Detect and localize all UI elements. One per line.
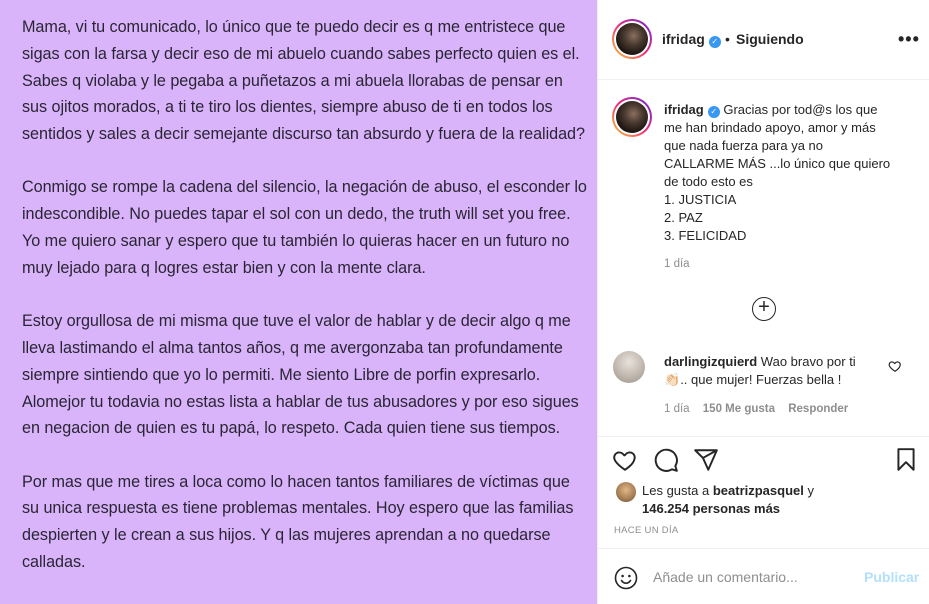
comment-likes-count[interactable]: 150 Me gusta [703, 403, 775, 415]
clapping-hands-emoji-icon: 👏🏻 [664, 372, 681, 387]
following-button[interactable]: Siguiendo [736, 31, 804, 47]
comment-input[interactable] [653, 566, 848, 588]
caption-line-6: 1. JUSTICIA [664, 192, 737, 207]
author-avatar[interactable] [612, 19, 652, 59]
load-more-comments-button[interactable]: + [752, 297, 776, 321]
likes-prefix: Les gusta a [642, 483, 710, 498]
like-heart-icon[interactable] [612, 447, 638, 473]
likes-others-count[interactable]: 146.254 personas más [642, 501, 780, 516]
post-paragraph-1: Mama, vi tu comunicado, lo único que te … [22, 18, 585, 144]
caption-timestamp[interactable]: 1 día [664, 258, 690, 270]
post-image[interactable]: Mama, vi tu comunicado, lo único que te … [0, 0, 598, 604]
header-separator: • [725, 31, 730, 47]
comment-text: darlingizquierd Wao bravo por ti 👏🏻.. qu… [664, 353, 879, 389]
caption-line-7: 2. PAZ [664, 210, 703, 225]
caption-line-8: 3. FELICIDAD [664, 228, 747, 243]
liker-avatar[interactable] [616, 482, 636, 502]
post-side-panel: ifridag ✓ • Siguiendo ••• ifridag ✓ Gracia… [598, 0, 929, 604]
comment-timestamp[interactable]: 1 día [664, 403, 690, 415]
commenter-username[interactable]: darlingizquierd [664, 354, 757, 369]
comment-text-part2: .. que mujer! Fuerzas bella ! [680, 372, 842, 387]
caption-line-1: Gracias por tod@s los que [723, 102, 878, 117]
add-comment-bar: Publicar [598, 548, 929, 604]
verified-badge-icon: ✓ [708, 36, 721, 48]
caption-line-3: que nada fuerza para ya no [664, 138, 824, 153]
likes-summary: Les gusta a beatrizpasquel y 146.254 per… [642, 482, 912, 518]
comment-text-part1: Wao bravo por ti [760, 354, 856, 369]
save-bookmark-icon[interactable] [893, 447, 919, 473]
caption-line-4: CALLARME MÁS ...lo único que quiero [664, 156, 891, 171]
liker-username[interactable]: beatrizpasquel [713, 483, 804, 498]
post-paragraph-4: Por mas que me tires a loca como lo hace… [22, 472, 574, 572]
more-options-icon[interactable]: ••• [898, 30, 920, 48]
caption-verified-badge-icon: ✓ [707, 106, 720, 118]
likes-conjunction: y [807, 483, 815, 498]
author-username[interactable]: ifridag [662, 31, 705, 47]
actions-divider [598, 436, 929, 437]
commenter-avatar[interactable] [613, 351, 645, 383]
post-header: ifridag ✓ • Siguiendo ••• [598, 0, 929, 80]
caption-line-5: de todo esto es [664, 174, 753, 189]
emoji-smiley-icon[interactable] [614, 566, 638, 590]
post-paragraph-3: Estoy orgullosa de mi misma que tuve el … [22, 312, 579, 438]
share-paper-plane-icon[interactable] [693, 447, 719, 473]
caption-username[interactable]: ifridag [664, 102, 704, 117]
post-timestamp[interactable]: HACE UN DÍA [614, 525, 679, 536]
post-paragraph-2: Conmigo se rompe la cadena del silencio,… [22, 178, 587, 277]
caption-line-2: me han brindado apoyo, amor y más [664, 120, 876, 135]
publish-button[interactable]: Publicar [864, 569, 919, 585]
comment-like-heart-icon[interactable] [888, 359, 902, 373]
post-caption: ifridag ✓ Gracias por tod@s los que me ha… [664, 101, 910, 245]
comment-bubble-icon[interactable] [653, 447, 679, 473]
reply-button[interactable]: Responder [788, 403, 848, 415]
author-username-wrap: ifridag ✓ [662, 31, 721, 48]
caption-author-avatar[interactable] [612, 97, 652, 137]
comment-meta: 1 día 150 Me gusta Responder [664, 403, 848, 415]
